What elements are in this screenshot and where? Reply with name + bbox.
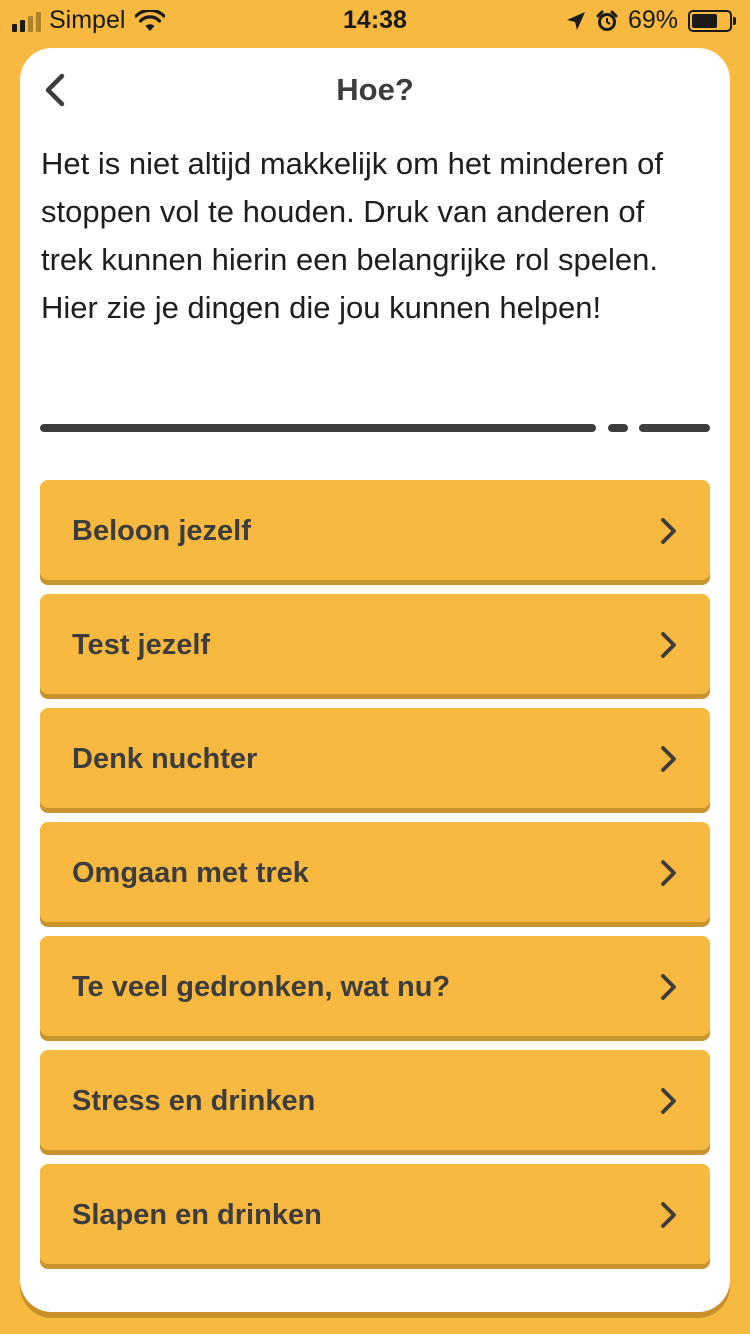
menu-item-omgaan-met-trek[interactable]: Omgaan met trek (40, 822, 710, 922)
progress-segment (639, 424, 710, 432)
page-title: Hoe? (336, 72, 414, 107)
chevron-right-icon (661, 746, 676, 772)
navigation-bar: Hoe? (20, 48, 730, 130)
menu-item-label: Beloon jezelf (72, 515, 251, 547)
menu-item-stress-en-drinken[interactable]: Stress en drinken (40, 1050, 710, 1150)
menu-item-test-jezelf[interactable]: Test jezelf (40, 594, 710, 694)
chevron-right-icon (661, 632, 676, 658)
menu-item-te-veel-gedronken[interactable]: Te veel gedronken, wat nu? (40, 936, 710, 1036)
progress-segment (40, 424, 596, 432)
menu-item-label: Denk nuchter (72, 743, 258, 775)
chevron-right-icon (661, 1202, 676, 1228)
battery-icon (688, 9, 736, 32)
menu-item-slapen-en-drinken[interactable]: Slapen en drinken (40, 1164, 710, 1264)
menu-item-beloon-jezelf[interactable]: Beloon jezelf (40, 480, 710, 580)
status-bar: Simpel 14:38 69% (0, 0, 750, 42)
chevron-right-icon (661, 860, 676, 886)
chevron-right-icon (661, 1088, 676, 1114)
menu-item-label: Slapen en drinken (72, 1199, 322, 1231)
progress-segment (608, 424, 628, 432)
chevron-right-icon (661, 974, 676, 1000)
menu-item-label: Omgaan met trek (72, 857, 309, 889)
location-arrow-icon (566, 11, 585, 30)
progress-indicator (40, 424, 710, 432)
intro-text: Het is niet altijd makkelijk om het mind… (41, 146, 663, 325)
menu-item-label: Test jezelf (72, 629, 211, 661)
chevron-right-icon (661, 518, 676, 544)
alarm-clock-icon (596, 10, 618, 31)
topic-menu: Beloon jezelf Test jezelf Denk nuchter O… (40, 480, 710, 1278)
menu-item-label: Stress en drinken (72, 1085, 316, 1117)
menu-item-label: Te veel gedronken, wat nu? (72, 971, 451, 1003)
battery-percentage: 69% (627, 6, 678, 34)
content-card: Hoe? Het is niet altijd makkelijk om het… (20, 48, 730, 1312)
menu-item-denk-nuchter[interactable]: Denk nuchter (40, 708, 710, 808)
status-right: 69% (566, 6, 736, 35)
